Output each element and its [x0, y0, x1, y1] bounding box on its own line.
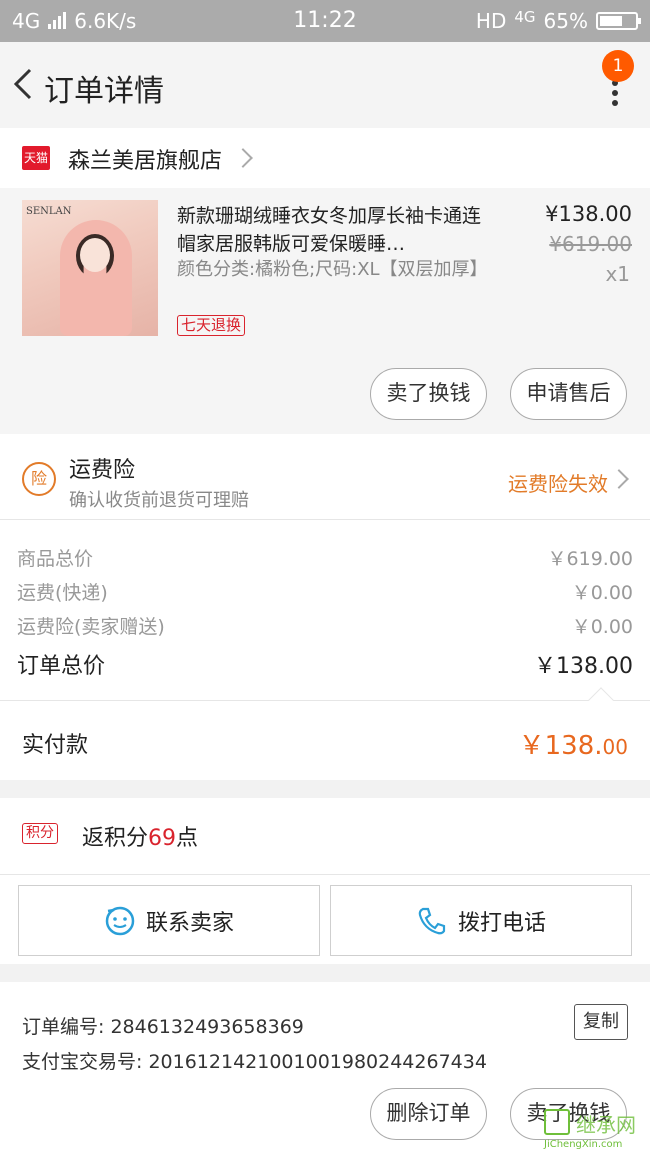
- watermark-logo: 继承网 JiChengXin.com: [526, 1103, 646, 1151]
- nav-bar: 订单详情 1: [0, 42, 650, 128]
- hd-indicator: HD: [475, 9, 507, 33]
- paid-amount: ￥138.00: [518, 731, 628, 761]
- points-text: 返积分69点: [82, 826, 199, 851]
- insurance-status[interactable]: 运费险失效: [508, 468, 608, 497]
- product-quantity: x1: [605, 262, 630, 286]
- return-policy-tag: 七天退换: [177, 315, 246, 336]
- alipay-number: 2016121421001001980244267434: [148, 1051, 487, 1073]
- paid-amount-row: 实付款 ￥138.00: [0, 687, 650, 780]
- shop-name[interactable]: 森兰美居旗舰店: [68, 143, 222, 175]
- goods-total-row: 商品总价 ￥619.00: [17, 548, 633, 570]
- contact-actions: 联系卖家 拨打电话: [0, 874, 650, 964]
- network-type-right: 4G: [514, 8, 536, 26]
- points-row: 积分 返积分69点: [0, 798, 650, 874]
- product-original-price: ¥619.00: [549, 232, 632, 256]
- product-image[interactable]: SENLAN: [22, 200, 158, 336]
- product-title[interactable]: 新款珊瑚绒睡衣女冬加厚长袖卡通连帽家居服韩版可爱保暖睡…: [177, 202, 495, 258]
- notification-badge: 1: [602, 50, 634, 82]
- chevron-right-icon: [609, 469, 629, 489]
- phone-icon: [418, 907, 446, 934]
- more-menu-icon[interactable]: [610, 80, 620, 112]
- product-sku: 颜色分类:橘粉色;尺码:XL【双层加厚】: [177, 259, 488, 280]
- insurance-subtitle: 确认收货前退货可理赔: [69, 490, 249, 511]
- copy-button[interactable]: 复制: [574, 1004, 628, 1040]
- chevron-right-icon: [233, 148, 253, 168]
- shipping-fee-row: 运费(快递) ￥0.00: [17, 582, 633, 604]
- delete-order-button[interactable]: 删除订单: [370, 1088, 487, 1140]
- insurance-title: 运费险: [69, 458, 136, 483]
- price-breakdown: 商品总价 ￥619.00 运费(快递) ￥0.00 运费险(卖家赠送) ￥0.0…: [0, 520, 650, 700]
- product-image-brand: SENLAN: [26, 206, 72, 217]
- insurance-fee-row: 运费险(卖家赠送) ￥0.00: [17, 616, 633, 638]
- tmall-icon: 天猫: [22, 146, 50, 170]
- page-title: 订单详情: [44, 74, 164, 109]
- order-number: 2846132493658369: [110, 1016, 304, 1038]
- battery-icon: [596, 12, 641, 30]
- battery-percent: 65%: [543, 9, 588, 33]
- product-card[interactable]: SENLAN 新款珊瑚绒睡衣女冬加厚长袖卡通连帽家居服韩版可爱保暖睡… 颜色分类…: [0, 188, 650, 434]
- battery-fill: [600, 16, 623, 26]
- order-number-line: 订单编号: 2846132493658369: [22, 1016, 304, 1038]
- product-price: ¥138.00: [545, 202, 632, 226]
- after-sale-button[interactable]: 申请售后: [510, 368, 627, 420]
- paid-label: 实付款: [22, 733, 89, 758]
- call-phone-button[interactable]: 拨打电话: [330, 885, 632, 956]
- sell-resale-button[interactable]: 卖了换钱: [370, 368, 487, 420]
- status-right: HD 4G 65%: [475, 8, 641, 33]
- shipping-insurance-row[interactable]: 险 运费险 确认收货前退货可理赔 运费险失效: [0, 434, 650, 520]
- order-total-row: 订单总价 ￥138.00: [17, 654, 633, 679]
- chat-face-icon: [105, 906, 135, 935]
- contact-seller-button[interactable]: 联系卖家: [18, 885, 320, 956]
- alipay-number-line: 支付宝交易号: 2016121421001001980244267434: [22, 1051, 487, 1073]
- insurance-icon: 险: [22, 462, 56, 496]
- points-icon: 积分: [22, 823, 58, 844]
- back-arrow-icon[interactable]: [8, 64, 38, 104]
- shop-row[interactable]: 天猫 森兰美居旗舰店: [0, 128, 650, 188]
- status-bar: 4G 6.6K/s 11:22 HD 4G 65%: [0, 0, 650, 42]
